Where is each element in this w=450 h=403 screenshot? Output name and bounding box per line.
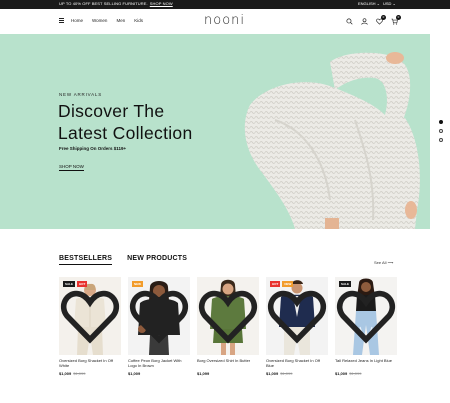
hero-shop-now-link[interactable]: SHOP NOW bbox=[59, 164, 84, 171]
product-image[interactable]: HOT NEW bbox=[266, 277, 328, 355]
slide-dot-1[interactable] bbox=[439, 120, 443, 124]
nav-item-home[interactable]: Home bbox=[71, 18, 83, 23]
product-image[interactable]: SALE HOT bbox=[59, 277, 121, 355]
wishlist-heart-icon[interactable] bbox=[335, 277, 397, 355]
hero-shipping-note: Free Shipping On Orders $119+ bbox=[59, 146, 127, 151]
menu-icon[interactable] bbox=[59, 18, 64, 23]
product-price: $1,009 $1,099 bbox=[266, 371, 328, 376]
product-name[interactable]: Tall Relaxed Jeans In Light Blue bbox=[335, 358, 397, 368]
wishlist-heart-icon[interactable] bbox=[128, 277, 190, 355]
hero-title-line-2: Latest Collection bbox=[58, 123, 193, 143]
hero-title: Discover The Latest Collection bbox=[58, 100, 192, 144]
promo-message: UP TO 40% OFF BEST SELLING FURNITURE. bbox=[59, 1, 148, 6]
nav-item-men[interactable]: Men bbox=[116, 18, 125, 23]
site-logo[interactable]: nooni bbox=[204, 13, 245, 28]
product-price: $1,009 $1,099 bbox=[335, 371, 397, 376]
product-card[interactable]: NEW Coffee Peon Borg Jacket With Logo In… bbox=[128, 277, 190, 376]
header-actions: 0 0 bbox=[345, 15, 401, 25]
slide-dot-2[interactable] bbox=[439, 129, 443, 133]
language-selector[interactable]: ENGLISH ⌄ bbox=[358, 1, 380, 6]
site-header: Home Women Men Kids nooni 0 0 bbox=[0, 9, 450, 34]
wishlist-heart-icon[interactable] bbox=[266, 277, 328, 355]
slide-dot-3[interactable] bbox=[439, 138, 443, 142]
product-image[interactable] bbox=[197, 277, 259, 355]
product-tabs: BESTSELLERS NEW PRODUCTS bbox=[59, 255, 187, 265]
product-name[interactable]: Borg Oversized Shirt In Butter bbox=[197, 358, 259, 368]
currency-selector[interactable]: USD ⌄ bbox=[383, 1, 396, 6]
current-price: $1,009 bbox=[59, 371, 72, 376]
product-card[interactable]: SALE Tall Relaxed Jeans In Light Blue $1… bbox=[335, 277, 397, 376]
tab-new-products[interactable]: NEW PRODUCTS bbox=[127, 255, 187, 265]
nav-item-women[interactable]: Women bbox=[92, 18, 107, 23]
product-price: $1,009 $1,099 bbox=[59, 371, 121, 376]
product-price: $1,099 bbox=[197, 371, 259, 376]
product-name[interactable]: Oversized Borg Shacket In Off Blue bbox=[266, 358, 328, 368]
hero-banner: NEW ARRIVALS Discover The Latest Collect… bbox=[0, 34, 430, 229]
wishlist-heart-icon[interactable] bbox=[59, 277, 121, 355]
nav-item-kids[interactable]: Kids bbox=[134, 18, 143, 23]
product-image[interactable]: NEW bbox=[128, 277, 190, 355]
current-price: $1,009 bbox=[266, 371, 279, 376]
old-price: $1,099 bbox=[280, 371, 293, 376]
promo-text: UP TO 40% OFF BEST SELLING FURNITURE. SHO… bbox=[59, 1, 173, 6]
product-card[interactable]: Borg Oversized Shirt In Butter $1,099 bbox=[197, 277, 259, 376]
old-price: $1,099 bbox=[349, 371, 362, 376]
tab-bestsellers[interactable]: BESTSELLERS bbox=[59, 255, 113, 265]
cart-count: 0 bbox=[396, 15, 401, 20]
current-price: $1,099 bbox=[197, 371, 210, 376]
see-all-link[interactable]: See All ⟶ bbox=[374, 260, 393, 265]
hero-pagination bbox=[439, 120, 443, 142]
shop-now-link[interactable]: SHOP NOW bbox=[150, 1, 173, 6]
product-image[interactable]: SALE bbox=[335, 277, 397, 355]
product-price: $1,009 bbox=[128, 371, 190, 376]
wishlist-count: 0 bbox=[381, 15, 386, 20]
product-name[interactable]: Coffee Peon Borg Jacket With Logo In Bro… bbox=[128, 358, 190, 368]
main-nav: Home Women Men Kids bbox=[71, 18, 143, 23]
current-price: $1,009 bbox=[335, 371, 348, 376]
product-name[interactable]: Oversized Borg Shacket In Off White bbox=[59, 358, 121, 368]
account-icon[interactable] bbox=[360, 17, 368, 25]
wishlist-heart-icon[interactable] bbox=[197, 277, 259, 355]
hero-eyebrow: NEW ARRIVALS bbox=[59, 92, 103, 97]
product-card[interactable]: SALE HOT Oversized Borg Shacket In Off W… bbox=[59, 277, 121, 376]
hero-model-image bbox=[244, 52, 420, 229]
old-price: $1,099 bbox=[73, 371, 86, 376]
cart-icon[interactable]: 0 bbox=[390, 15, 401, 25]
product-card[interactable]: HOT NEW Oversized Borg Shacket In Off Bl… bbox=[266, 277, 328, 376]
hero-title-line-1: Discover The bbox=[58, 101, 165, 121]
product-grid: SALE HOT Oversized Borg Shacket In Off W… bbox=[59, 277, 397, 376]
current-price: $1,009 bbox=[128, 371, 141, 376]
search-icon[interactable] bbox=[345, 17, 353, 25]
announcement-bar: UP TO 40% OFF BEST SELLING FURNITURE. SHO… bbox=[0, 0, 450, 9]
wishlist-icon[interactable]: 0 bbox=[375, 15, 386, 25]
